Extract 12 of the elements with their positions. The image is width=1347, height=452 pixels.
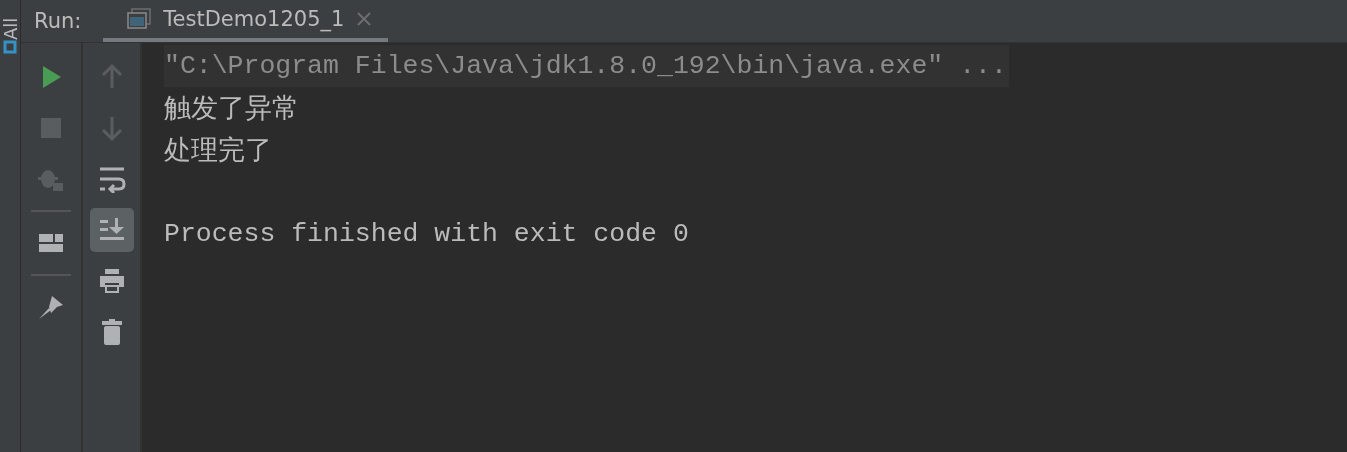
side-tab-label[interactable]: All: [0, 0, 20, 40]
printer-icon: [97, 267, 126, 295]
run-label: Run:: [34, 9, 82, 33]
pin-icon: [37, 293, 65, 321]
window-icon: [127, 8, 152, 30]
soft-wrap-icon: [97, 165, 126, 193]
tool-icon: [3, 40, 17, 54]
output-line: 处理完了: [164, 135, 273, 169]
output-line: Process finished with exit code 0: [164, 218, 690, 251]
tab-title: TestDemo1205_1: [163, 7, 345, 31]
scroll-end-button[interactable]: [89, 208, 134, 252]
output-line: 触发了异常: [164, 93, 300, 127]
